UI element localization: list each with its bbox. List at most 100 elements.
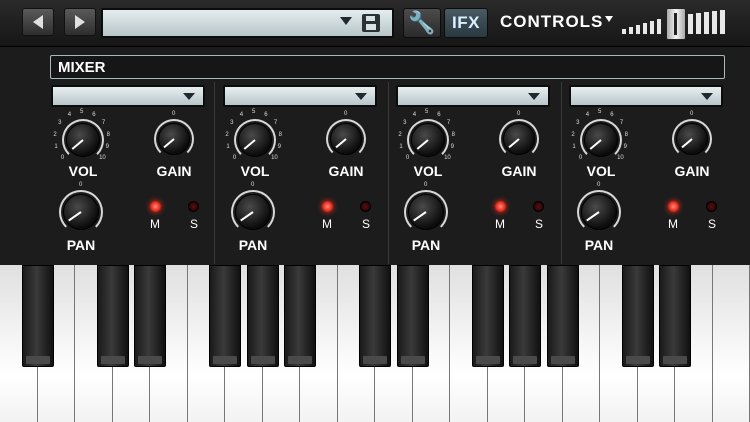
previous-preset-button[interactable] bbox=[22, 8, 54, 36]
ifx-label: IFX bbox=[452, 13, 480, 32]
channel-divider bbox=[561, 82, 562, 264]
black-key[interactable] bbox=[21, 265, 54, 367]
vol-label: VOL bbox=[68, 163, 98, 179]
knob-zero-label: 0 bbox=[517, 111, 521, 117]
black-key[interactable] bbox=[659, 265, 691, 367]
top-toolbar: 🔧 IFX CONTROLS bbox=[0, 0, 750, 47]
knob-scale-label: 0 bbox=[405, 155, 410, 162]
black-key[interactable] bbox=[96, 265, 129, 367]
knob-scale-label: 7 bbox=[273, 120, 278, 127]
channel-instrument-select[interactable] bbox=[396, 85, 550, 107]
black-key[interactable] bbox=[359, 265, 391, 367]
knob-scale-label: 8 bbox=[451, 131, 455, 138]
black-key[interactable] bbox=[396, 265, 429, 367]
dropdown-caret-icon bbox=[340, 17, 352, 25]
knob-scale-label: 3 bbox=[403, 120, 407, 127]
solo-led[interactable] bbox=[188, 201, 199, 212]
knob-scale-label: 4 bbox=[67, 111, 72, 118]
save-icon[interactable] bbox=[362, 14, 380, 32]
solo-led[interactable] bbox=[533, 201, 544, 212]
knob-scale-label: 0 bbox=[232, 155, 237, 162]
knob-scale-label: 7 bbox=[619, 120, 624, 127]
next-preset-button[interactable] bbox=[64, 8, 96, 36]
pan-label: PAN bbox=[411, 237, 441, 253]
knob-scale-label: 0 bbox=[578, 155, 583, 162]
mute-label: M bbox=[150, 217, 160, 231]
knob-scale-label: 4 bbox=[412, 111, 417, 118]
piano-keyboard bbox=[0, 265, 750, 422]
ifx-button[interactable]: IFX bbox=[444, 8, 488, 38]
knob-scale-label: 10 bbox=[99, 155, 106, 162]
knob-scale-label: 10 bbox=[444, 155, 451, 162]
channel-instrument-select[interactable] bbox=[569, 85, 723, 107]
volume-slider[interactable] bbox=[666, 8, 686, 40]
mixer-channel-1: 0 1 2 3 4 5 6 7 8 9 10 VOL 0 GAIN 0 PAN M S bbox=[51, 82, 223, 264]
mute-led[interactable] bbox=[495, 201, 506, 212]
mute-label: M bbox=[322, 217, 332, 231]
knob-scale-label: 6 bbox=[437, 111, 441, 118]
gain-label: GAIN bbox=[328, 163, 364, 179]
knob-scale-label: 1 bbox=[399, 144, 403, 151]
channel-divider bbox=[388, 82, 389, 264]
knob-scale-label: 10 bbox=[617, 155, 624, 162]
knob-scale-label: 9 bbox=[623, 144, 628, 151]
black-key[interactable] bbox=[284, 265, 316, 367]
knob-scale-label: 5 bbox=[598, 109, 602, 115]
mute-label: M bbox=[495, 217, 505, 231]
knob-scale-label: 2 bbox=[398, 131, 402, 138]
settings-button[interactable]: 🔧 bbox=[403, 8, 441, 38]
mixer-title: MIXER bbox=[50, 55, 725, 79]
channel-instrument-select[interactable] bbox=[223, 85, 377, 107]
black-key[interactable] bbox=[509, 265, 541, 367]
black-key[interactable] bbox=[621, 265, 654, 367]
solo-label: S bbox=[535, 217, 544, 231]
knob-zero-label: 0 bbox=[251, 182, 255, 188]
mute-led[interactable] bbox=[668, 201, 679, 212]
knob-scale-label: 7 bbox=[101, 120, 106, 127]
knob-scale-label: 7 bbox=[446, 120, 451, 127]
preset-selector[interactable] bbox=[101, 8, 394, 38]
knob-scale-label: 6 bbox=[264, 111, 268, 118]
knob-scale-label: 1 bbox=[54, 144, 58, 151]
knob-scale-label: 1 bbox=[226, 144, 230, 151]
knob-zero-label: 0 bbox=[344, 111, 348, 117]
mute-led[interactable] bbox=[322, 201, 333, 212]
knob-scale-label: 10 bbox=[271, 155, 278, 162]
controls-menu[interactable]: CONTROLS bbox=[500, 12, 603, 34]
knob-scale-label: 8 bbox=[278, 131, 282, 138]
vol-label: VOL bbox=[240, 163, 270, 179]
controls-caret-icon bbox=[605, 16, 613, 22]
knob-scale-label: 5 bbox=[252, 109, 256, 115]
channel-instrument-select[interactable] bbox=[51, 85, 205, 107]
vol-label: VOL bbox=[586, 163, 616, 179]
mute-label: M bbox=[668, 217, 678, 231]
knob-scale-label: 9 bbox=[105, 144, 110, 151]
knob-scale-label: 5 bbox=[80, 109, 84, 115]
mute-led[interactable] bbox=[150, 201, 161, 212]
black-key[interactable] bbox=[134, 265, 166, 367]
knob-scale-label: 5 bbox=[425, 109, 429, 115]
mixer-channel-4: 0 1 2 3 4 5 6 7 8 9 10 VOL 0 GAIN 0 PAN M S bbox=[569, 82, 741, 264]
knob-scale-label: 2 bbox=[571, 131, 575, 138]
wrench-icon: 🔧 bbox=[408, 10, 436, 35]
white-key[interactable] bbox=[712, 265, 750, 422]
next-icon bbox=[75, 15, 85, 29]
knob-scale-label: 0 bbox=[60, 155, 65, 162]
black-key[interactable] bbox=[209, 265, 241, 367]
knob-scale-label: 3 bbox=[58, 120, 62, 127]
solo-label: S bbox=[190, 217, 199, 231]
solo-label: S bbox=[362, 217, 371, 231]
black-key[interactable] bbox=[546, 265, 579, 367]
gain-label: GAIN bbox=[156, 163, 192, 179]
previous-icon bbox=[33, 15, 43, 29]
knob-scale-label: 9 bbox=[450, 144, 455, 151]
black-key[interactable] bbox=[246, 265, 279, 367]
solo-led[interactable] bbox=[706, 201, 717, 212]
pan-label: PAN bbox=[584, 237, 614, 253]
knob-scale-label: 8 bbox=[106, 131, 110, 138]
black-key[interactable] bbox=[471, 265, 504, 367]
knob-zero-label: 0 bbox=[79, 182, 83, 188]
solo-led[interactable] bbox=[360, 201, 371, 212]
vol-label: VOL bbox=[413, 163, 443, 179]
channel-divider bbox=[214, 82, 215, 264]
